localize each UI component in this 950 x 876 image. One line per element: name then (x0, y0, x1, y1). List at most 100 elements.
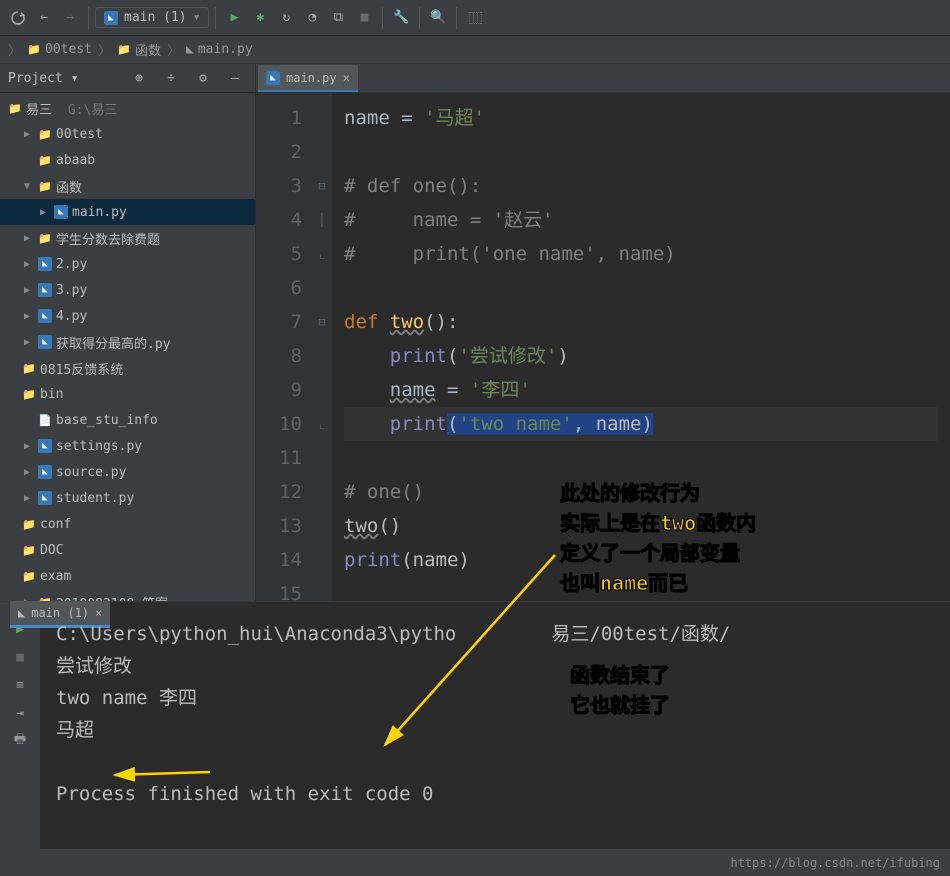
crumb-root[interactable]: 📁00test (27, 42, 92, 57)
layout-icon[interactable]: ≡ (9, 674, 31, 696)
annotation-1: 此处的修改行为 实际上是在two函数内 定义了一个局部变量 也叫name而已 (560, 478, 756, 598)
run-config-label: main (1) (124, 10, 187, 25)
run-tool-window: ▶ ■ ≡ ⇥ 🖶 C:\Users\python_hui\Anaconda3\… (0, 601, 950, 849)
tree-item[interactable]: ▶◣4.py (0, 303, 255, 329)
python-icon: ◣ (38, 439, 52, 453)
tree-item[interactable]: ▶◣3.py (0, 277, 255, 303)
back-icon[interactable]: ← (32, 6, 56, 30)
tree-item[interactable]: 📁exam (0, 563, 255, 589)
line-gutter: 123456789101112131415 (256, 93, 312, 606)
code-line[interactable] (344, 441, 938, 475)
hide-icon[interactable]: — (223, 66, 247, 90)
concurrent-icon[interactable]: ⧉ (326, 6, 350, 30)
folder-icon: 📁 (22, 387, 36, 401)
crumb-file[interactable]: ◣main.py (186, 42, 253, 57)
chevron-down-icon: ▾ (193, 10, 201, 25)
code-line[interactable]: # name = '赵云' (344, 203, 938, 237)
run-icon[interactable]: ▶ (222, 6, 246, 30)
tree-item[interactable]: 📄base_stu_info (0, 407, 255, 433)
search-icon[interactable]: 🔍 (426, 6, 450, 30)
console-line: C:\Users\python_hui\Anaconda3\pytho函数结束了… (56, 618, 934, 650)
code-line[interactable]: print('two name', name) (344, 407, 938, 441)
target-icon[interactable]: ⊕ (127, 66, 151, 90)
code-line[interactable]: print('尝试修改') (344, 339, 938, 373)
console-line: 尝试修改 (56, 650, 934, 682)
folder-icon: 📁 (22, 569, 36, 583)
python-icon: ◣ (38, 283, 52, 297)
print-icon[interactable]: 🖶 (9, 730, 31, 752)
chevron-down-icon[interactable]: ▾ (71, 71, 79, 86)
code-line[interactable] (344, 135, 938, 169)
console-line: Process finished with exit code 0 (56, 778, 934, 810)
project-title: Project (8, 71, 63, 86)
python-icon: ◣ (38, 335, 52, 349)
code-line[interactable]: # def one(): (344, 169, 938, 203)
folder-icon: 📁 (38, 231, 52, 245)
python-icon: ◣ (54, 205, 68, 219)
python-icon: ◣ (104, 11, 118, 25)
tree-item[interactable]: 📁abaab (0, 147, 255, 173)
file-icon: 📄 (38, 413, 52, 427)
debug-icon[interactable]: ✱ (248, 6, 272, 30)
tree-item[interactable]: 📁0815反馈系统 (0, 355, 255, 381)
tree-item[interactable]: 📁bin (0, 381, 255, 407)
code-line[interactable]: name = '马超' (344, 101, 938, 135)
forward-icon[interactable]: → (58, 6, 82, 30)
profile-icon[interactable]: ◔ (300, 6, 324, 30)
console-line: two name 李四 (56, 682, 934, 714)
wrench-icon[interactable]: 🔧 (389, 6, 413, 30)
structure-icon[interactable]: ⿲ (463, 6, 487, 30)
main-toolbar: ← → ◣ main (1) ▾ ▶ ✱ ↻ ◔ ⧉ ■ 🔧 🔍 ⿲ (0, 0, 950, 36)
breadcrumb: 〉 📁00test 〉 📁函数 〉 ◣main.py (0, 36, 950, 64)
console-output[interactable]: C:\Users\python_hui\Anaconda3\pytho函数结束了… (40, 602, 950, 849)
python-icon: ◣ (18, 606, 25, 620)
tree-item[interactable]: 📁DOC (0, 537, 255, 563)
fold-gutter: ⊟│⌞ ⊟ ⌞ (312, 93, 332, 606)
code-line[interactable]: name = '李四' (344, 373, 938, 407)
scroll-icon[interactable]: ⇥ (9, 702, 31, 724)
coverage-icon[interactable]: ↻ (274, 6, 298, 30)
tree-item[interactable]: ▶📁学生分数去除费题 (0, 225, 255, 251)
console-line (56, 746, 934, 778)
stop-icon[interactable]: ■ (352, 6, 376, 30)
folder-icon: 📁 (22, 361, 36, 375)
folder-icon: 📁 (22, 543, 36, 557)
python-icon: ◣ (38, 465, 52, 479)
project-tree[interactable]: 📁 易三 G:\易三 ▶📁00test📁abaab▼📁函数▶◣main.py▶📁… (0, 93, 255, 628)
annotation-2: 函数结束了 它也就挂了 (570, 660, 670, 720)
folder-icon: 📁 (38, 153, 52, 167)
python-icon: ◣ (38, 257, 52, 271)
project-tool-window: Project ▾ ⊕ ÷ ⚙ — 📁 易三 G:\易三 ▶📁00test📁ab… (0, 64, 256, 628)
tree-item[interactable]: ▶◣main.py (0, 199, 255, 225)
stop-icon[interactable]: ■ (9, 646, 31, 668)
collapse-icon[interactable]: ÷ (159, 66, 183, 90)
console-line: 马超 (56, 714, 934, 746)
run-toolbar: ▶ ■ ≡ ⇥ 🖶 (0, 602, 40, 849)
editor-tab-main[interactable]: ◣ main.py × (258, 65, 358, 92)
folder-icon: 📁 (38, 127, 52, 141)
tree-item[interactable]: ▶📁00test (0, 121, 255, 147)
tree-root[interactable]: 📁 易三 G:\易三 (0, 95, 255, 121)
sync-icon[interactable] (6, 6, 30, 30)
code-line[interactable]: def two(): (344, 305, 938, 339)
crumb-mid[interactable]: 📁函数 (117, 40, 161, 59)
folder-icon: 📁 (38, 179, 52, 193)
tree-item[interactable]: ▶◣student.py (0, 485, 255, 511)
code-line[interactable] (344, 271, 938, 305)
tree-item[interactable]: ▶◣source.py (0, 459, 255, 485)
python-icon: ◣ (266, 71, 280, 85)
tree-item[interactable]: 📁conf (0, 511, 255, 537)
python-icon: ◣ (38, 309, 52, 323)
tree-item[interactable]: ▼📁函数 (0, 173, 255, 199)
tree-item[interactable]: ▶◣settings.py (0, 433, 255, 459)
project-header: Project ▾ ⊕ ÷ ⚙ — (0, 64, 255, 93)
gear-icon[interactable]: ⚙ (191, 66, 215, 90)
run-config-selector[interactable]: ◣ main (1) ▾ (95, 7, 209, 28)
code-line[interactable]: # print('one name', name) (344, 237, 938, 271)
close-icon[interactable]: × (343, 71, 350, 85)
tree-item[interactable]: ▶◣2.py (0, 251, 255, 277)
folder-icon: 📁 (22, 517, 36, 531)
watermark: https://blog.csdn.net/ifubing (730, 856, 940, 870)
tree-item[interactable]: ▶◣获取得分最高的.py (0, 329, 255, 355)
python-icon: ◣ (38, 491, 52, 505)
